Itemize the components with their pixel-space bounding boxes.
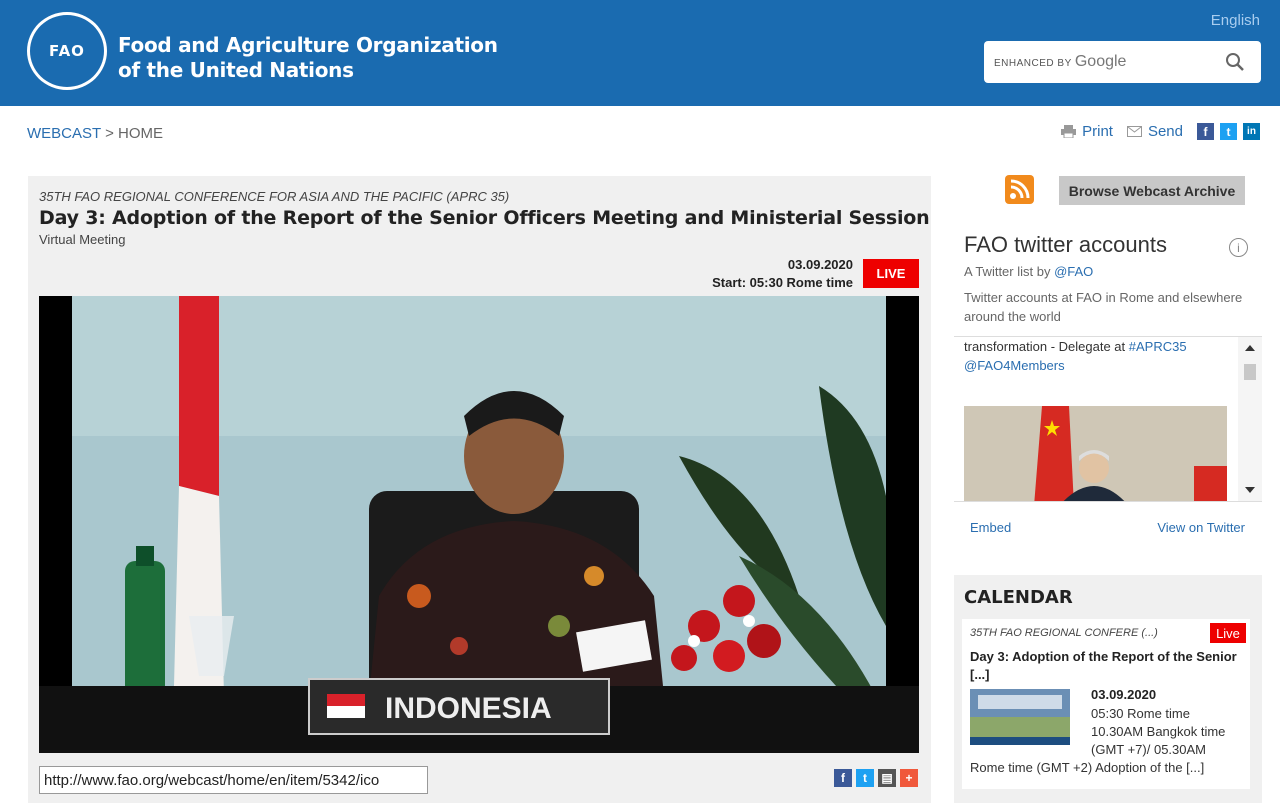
calendar-item-conference: 35TH FAO REGIONAL CONFERE (...)	[970, 627, 1158, 639]
calendar-item-title[interactable]: Day 3: Adoption of the Report of the Sen…	[970, 648, 1240, 684]
event-datetime: 03.09.2020 Start: 05:30 Rome time	[712, 256, 853, 292]
breadcrumb-separator: >	[100, 125, 119, 142]
envelope-icon	[1126, 126, 1142, 137]
search-brand-google: Google	[1074, 53, 1127, 70]
more-share-icon[interactable]: +	[900, 769, 918, 787]
printer-icon	[1061, 125, 1077, 138]
calendar-item-date: 03.09.2020	[1091, 687, 1157, 702]
nameplate-text: INDONESIA	[385, 692, 552, 725]
calendar-item[interactable]: 35TH FAO REGIONAL CONFERE (...) Live Day…	[962, 619, 1250, 789]
twitter-list-description: Twitter accounts at FAO in Rome and else…	[964, 290, 1243, 324]
search-brand: ENHANCED BY Google	[994, 53, 1126, 71]
twitter-list-by: A Twitter list by @FAO	[964, 264, 1093, 279]
facebook-share-icon[interactable]: f	[834, 769, 852, 787]
language-link[interactable]: English	[1211, 12, 1260, 29]
print-button[interactable]: Print	[1061, 123, 1113, 140]
breadcrumb-current: HOME	[118, 125, 164, 142]
send-button[interactable]: Send	[1126, 123, 1183, 140]
event-title: Day 3: Adoption of the Report of the Sen…	[39, 207, 930, 229]
tweet-mention-link[interactable]: @FAO4Members	[964, 358, 1065, 373]
event-date: 03.09.2020	[787, 257, 853, 272]
calendar-item-description-cont: Rome time (GMT +2) Adoption of the [...]	[970, 760, 1205, 775]
search-icon[interactable]	[1225, 52, 1245, 72]
view-on-twitter-link[interactable]: View on Twitter	[1157, 520, 1245, 535]
org-name[interactable]: Food and Agriculture Organization of the…	[118, 33, 498, 83]
rss-icon[interactable]	[1005, 175, 1034, 204]
fao-logo-text: FAO	[49, 42, 85, 60]
tweet-body: transformation - Delegate at	[964, 339, 1126, 354]
webcast-panel: 35TH FAO REGIONAL CONFERENCE FOR ASIA AN…	[28, 176, 931, 803]
calendar-live-badge: Live	[1210, 623, 1246, 643]
send-label: Send	[1147, 123, 1183, 140]
embed-link[interactable]: Embed	[970, 520, 1011, 535]
live-badge: LIVE	[863, 259, 919, 288]
search-input[interactable]: ENHANCED BY Google	[984, 41, 1261, 83]
embed-url-field[interactable]: http://www.fao.org/webcast/home/en/item/…	[39, 766, 428, 794]
tweet-hashtag-link[interactable]: #APRC35	[1129, 339, 1187, 354]
twitter-icon[interactable]: t	[1220, 123, 1237, 140]
twitter-handle-link[interactable]: @FAO	[1054, 264, 1093, 279]
calendar-item-description: 05:30 Rome time 10.30AM Bangkok time (GM…	[1091, 706, 1226, 757]
org-name-line1: Food and Agriculture Organization	[118, 33, 498, 57]
twitter-feed[interactable]: transformation - Delegate at #APRC35 @FA…	[954, 336, 1262, 502]
feed-scrollbar[interactable]	[1238, 337, 1262, 501]
tweet-image[interactable]	[964, 406, 1227, 501]
event-subtitle: Virtual Meeting	[39, 232, 126, 247]
info-icon[interactable]: i	[1229, 238, 1248, 257]
print-share-icon[interactable]: ▤	[878, 769, 896, 787]
twitter-list-by-text: A Twitter list by	[964, 264, 1051, 279]
linkedin-icon[interactable]: in	[1243, 123, 1260, 140]
print-label: Print	[1082, 123, 1113, 140]
page-tools: Print Send f t in	[1061, 123, 1260, 140]
share-icons: f t ▤ +	[834, 769, 918, 787]
calendar-thumbnail[interactable]	[970, 689, 1070, 745]
browse-archive-button[interactable]: Browse Webcast Archive	[1059, 176, 1245, 205]
facebook-icon[interactable]: f	[1197, 123, 1214, 140]
calendar-heading: CALENDAR	[964, 587, 1073, 608]
twitter-list-title[interactable]: FAO twitter accounts	[964, 232, 1167, 258]
search-brand-small: ENHANCED BY	[994, 58, 1072, 69]
calendar-panel: CALENDAR 35TH FAO REGIONAL CONFERE (...)…	[954, 575, 1262, 803]
org-name-line2: of the United Nations	[118, 58, 354, 82]
fao-logo[interactable]: FAO	[27, 12, 107, 90]
twitter-share-icon[interactable]: t	[856, 769, 874, 787]
video-frame: INDONESIA	[39, 296, 919, 753]
site-header: FAO Food and Agriculture Organization of…	[0, 0, 1280, 106]
breadcrumb: WEBCAST > HOME	[27, 125, 163, 142]
video-player[interactable]: INDONESIA	[39, 296, 919, 753]
event-start: Start: 05:30 Rome time	[712, 275, 853, 290]
breadcrumb-webcast-link[interactable]: WEBCAST	[27, 125, 101, 142]
conference-name: 35TH FAO REGIONAL CONFERENCE FOR ASIA AN…	[39, 189, 510, 204]
tweet-text: transformation - Delegate at #APRC35 @FA…	[964, 337, 1224, 375]
